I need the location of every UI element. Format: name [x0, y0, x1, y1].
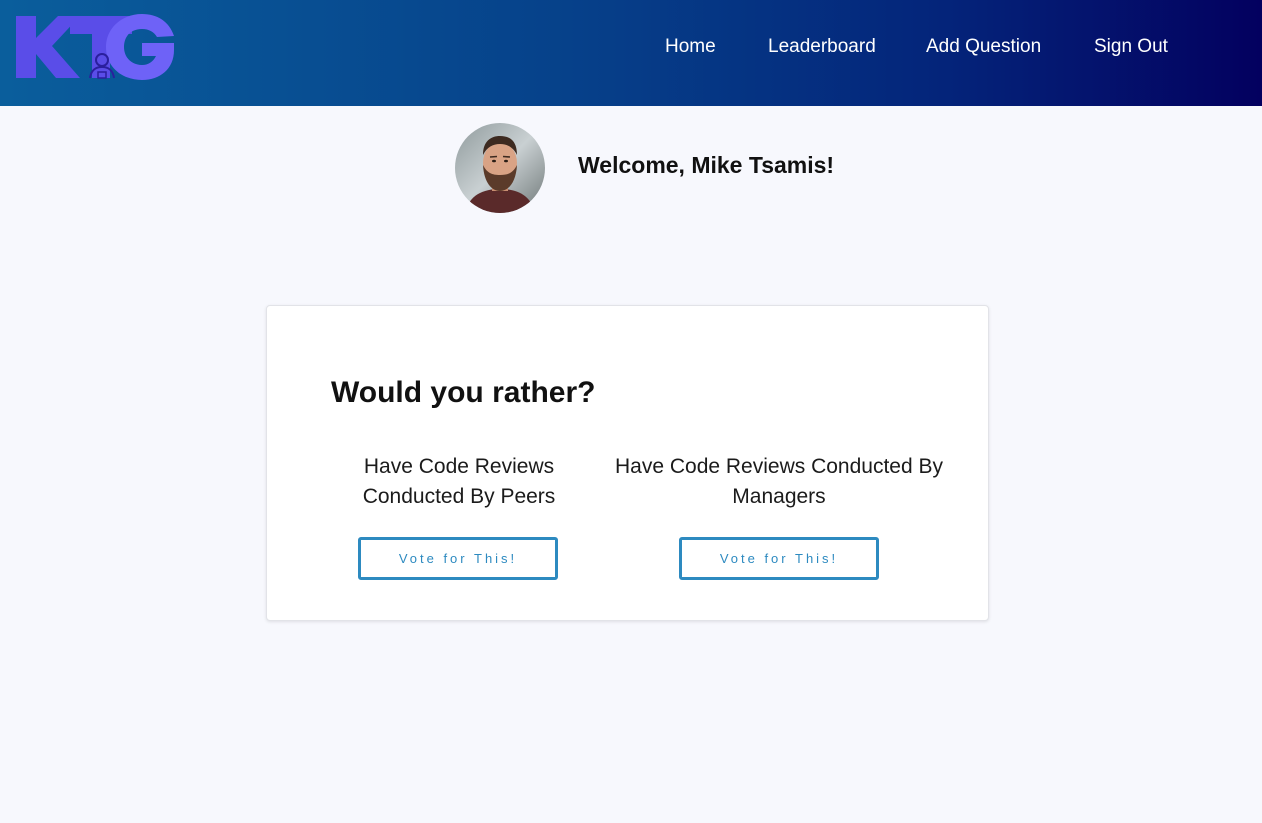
nav-leaderboard-link[interactable]: Leaderboard: [768, 34, 876, 60]
vote-option-one-button[interactable]: Vote for This!: [358, 537, 558, 580]
nav-home-link[interactable]: Home: [665, 34, 716, 60]
option-two: Have Code Reviews Conducted By Managers: [599, 452, 959, 512]
vote-option-two-button[interactable]: Vote for This!: [679, 537, 879, 580]
option-two-text: Have Code Reviews Conducted By Managers: [614, 455, 943, 508]
top-navbar: Home Leaderboard Add Question Sign Out: [0, 0, 1262, 106]
nav-sign-out-link[interactable]: Sign Out: [1094, 34, 1168, 60]
welcome-message: Welcome, Mike Tsamis!: [578, 152, 835, 178]
nav-add-question-link[interactable]: Add Question: [926, 34, 1041, 60]
user-avatar: [455, 123, 545, 213]
option-one-text: Have Code Reviews Conducted By Peers: [362, 455, 556, 508]
question-title: Would you rather?: [331, 376, 596, 409]
question-card: Would you rather? Have Code Reviews Cond…: [266, 305, 989, 621]
option-one: Have Code Reviews Conducted By Peers: [349, 452, 569, 512]
main-nav: Home Leaderboard Add Question Sign Out: [0, 34, 1262, 62]
